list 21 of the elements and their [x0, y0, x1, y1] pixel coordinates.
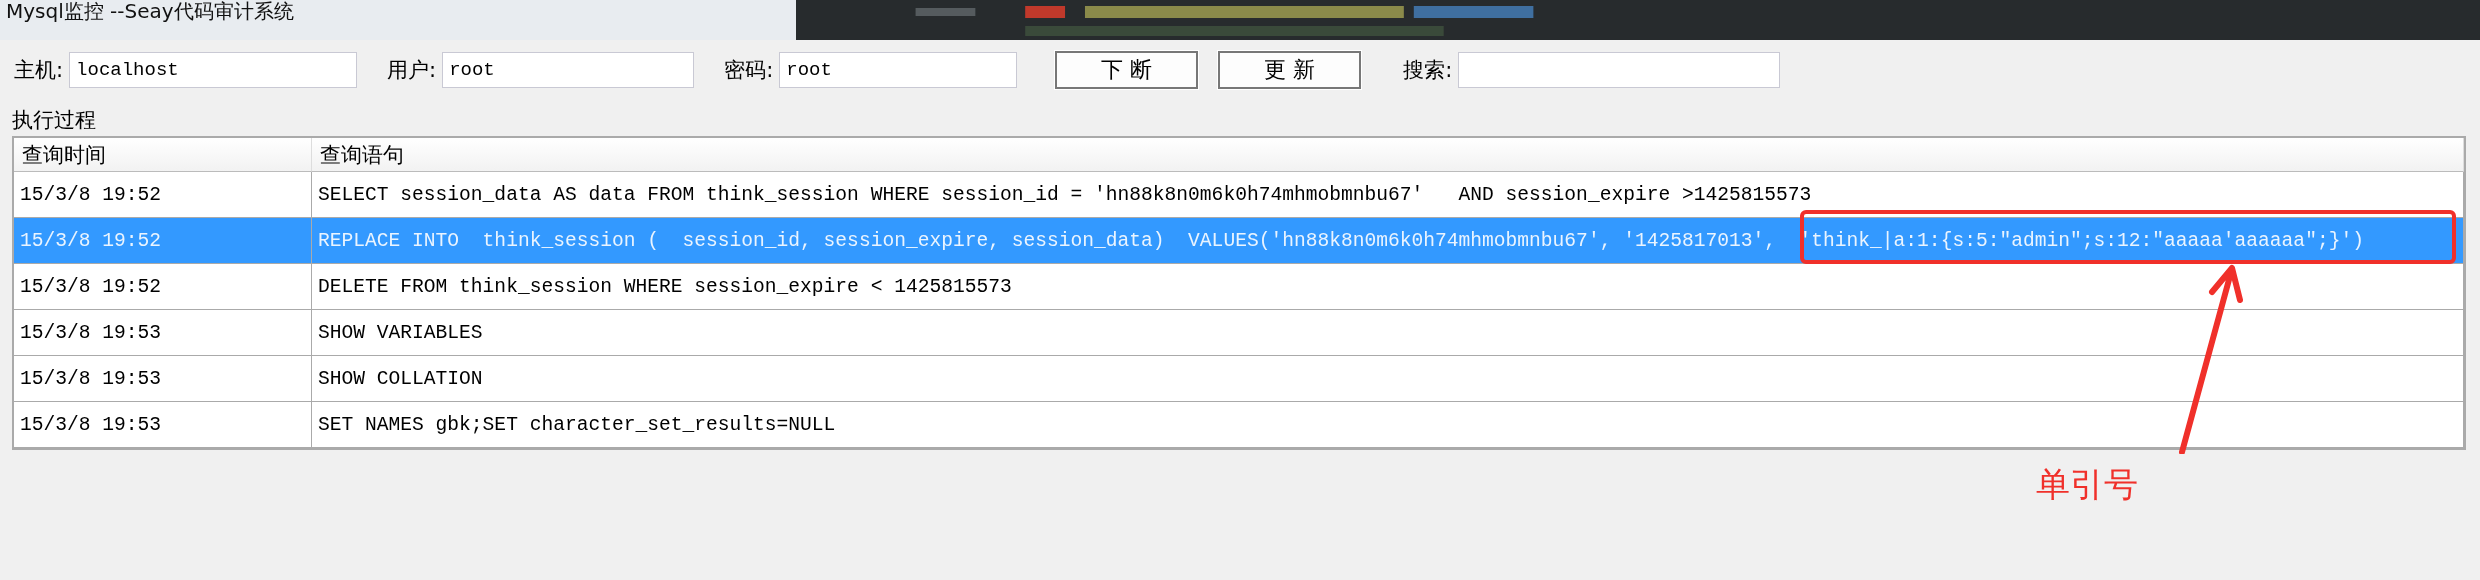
- search-label: 搜索:: [1403, 57, 1453, 84]
- group-title: 执行过程: [12, 107, 97, 134]
- annotation-label: 单引号: [2036, 463, 2138, 506]
- input-field[interactable]: root: [442, 52, 695, 88]
- field-label: 用户:: [387, 57, 437, 84]
- table-cell: SET NAMES gbk;SET character_set_results=NULL: [312, 402, 2464, 448]
- refresh-button[interactable]: 更 新: [1218, 51, 1362, 89]
- table-row[interactable]: 15/3/8 19:53 SHOW COLLATION: [14, 356, 2464, 402]
- table-row[interactable]: 15/3/8 19:53 SET NAMES gbk;SET character_set_results=NULL: [14, 402, 2464, 448]
- input-field[interactable]: root: [779, 52, 1018, 88]
- field-label: 密码:: [724, 57, 774, 84]
- table-row[interactable]: 15/3/8 19:52 SELECT session_data AS data FROM think_session WHERE session_id = 'hn88k8n0m6k0h74mhmobmnbu67' AND session_expire >1425815573: [14, 172, 2464, 218]
- column-header[interactable]: 查询语句: [312, 138, 2464, 172]
- table-cell: 15/3/8 19:53: [14, 402, 312, 448]
- field-label: 主机:: [14, 57, 64, 84]
- table-row[interactable]: 15/3/8 19:52 DELETE FROM think_session WHERE session_expire < 1425815573: [14, 264, 2464, 310]
- table-row[interactable]: 15/3/8 19:53 SHOW VARIABLES: [14, 310, 2464, 356]
- window-title: Mysql监控 --Seay代码审计系统: [6, 0, 294, 22]
- break-button[interactable]: 下 断: [1055, 51, 1199, 89]
- column-header[interactable]: 查询时间: [14, 138, 312, 172]
- input-field[interactable]: localhost: [69, 52, 358, 88]
